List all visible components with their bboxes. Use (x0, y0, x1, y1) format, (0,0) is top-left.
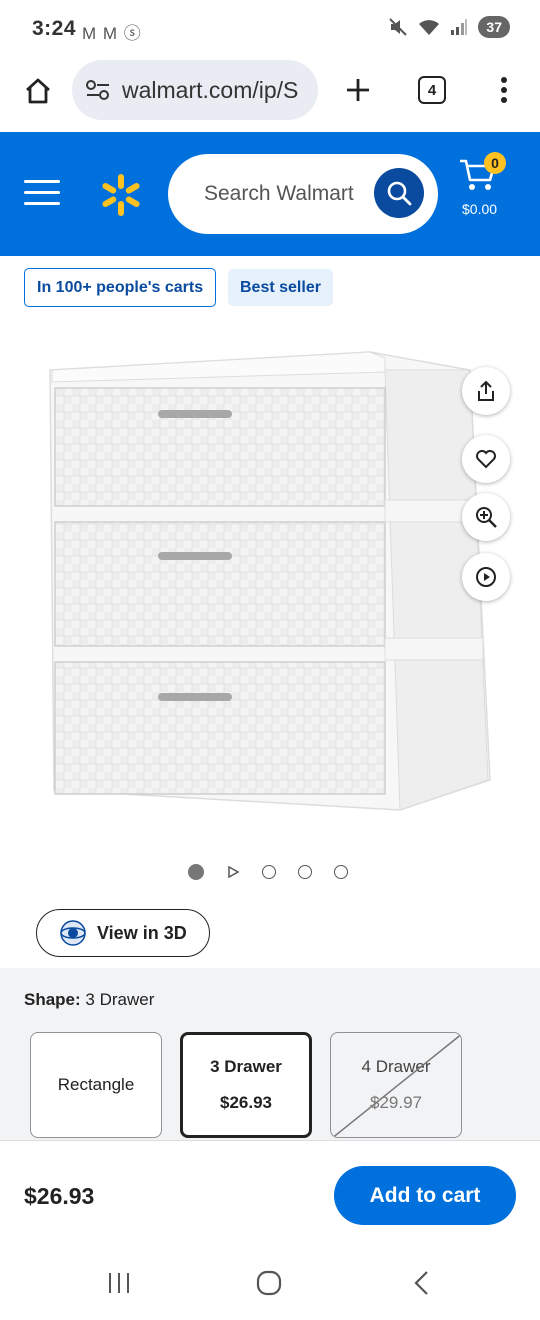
option-price: $26.93 (220, 1093, 272, 1112)
view-in-3d-button[interactable]: View in 3D (36, 909, 210, 957)
heart-icon (476, 450, 496, 469)
search-icon (387, 181, 412, 206)
menu-button[interactable] (24, 180, 60, 208)
site-settings-icon[interactable] (84, 76, 112, 104)
tab-switcher-button[interactable]: 4 (418, 76, 446, 104)
status-indicators: 37 (388, 16, 510, 38)
home-nav-button[interactable] (254, 1268, 284, 1298)
address-bar[interactable]: walmart.com/ip/S (72, 60, 318, 120)
add-to-cart-button[interactable]: Add to cart (334, 1166, 516, 1225)
shape-title: Shape: 3 Drawer (24, 990, 154, 1010)
browser-menu-button[interactable] (490, 70, 518, 110)
status-bar: 3:24 M M ⓢ 37 (0, 0, 540, 58)
new-tab-button[interactable] (338, 70, 378, 110)
status-time: 3:24 (32, 17, 77, 40)
product-image[interactable] (40, 340, 500, 820)
search-input[interactable]: Search Walmart (168, 154, 438, 234)
carousel-video-icon[interactable] (226, 865, 240, 879)
share-button[interactable] (462, 367, 510, 415)
walmart-spark-logo[interactable] (98, 172, 144, 218)
browser-toolbar: walmart.com/ip/S 4 (0, 58, 540, 132)
recents-button[interactable] (104, 1268, 134, 1298)
site-header: Search Walmart 0 $0.00 (0, 132, 540, 256)
carousel-dot[interactable] (334, 865, 348, 879)
best-seller-badge: Best seller (228, 269, 333, 306)
search-button[interactable] (374, 168, 424, 218)
cart-total: $0.00 (462, 201, 498, 217)
notification-icons: M M ⓢ (82, 24, 142, 43)
cart-count-badge: 0 (484, 152, 506, 174)
carousel-pagination (188, 864, 348, 880)
carousel-dot[interactable] (188, 864, 204, 880)
mute-icon (389, 18, 408, 36)
home-button[interactable] (18, 71, 58, 111)
signal-icon (451, 19, 468, 35)
unavailable-strike (332, 1033, 461, 1137)
3d-icon (60, 920, 86, 946)
home-circle-icon (256, 1270, 282, 1296)
shape-option-rectangle[interactable]: Rectangle (30, 1032, 162, 1138)
recents-icon (109, 1273, 129, 1293)
zoom-button[interactable] (462, 493, 510, 541)
zoom-in-icon (476, 507, 497, 528)
back-icon (414, 1271, 428, 1295)
play-video-button[interactable] (462, 553, 510, 601)
system-nav-bar (0, 1240, 540, 1320)
play-circle-icon (476, 567, 496, 587)
option-name: 3 Drawer (210, 1057, 282, 1076)
cart-button[interactable]: 0 $0.00 (458, 152, 518, 226)
home-icon (26, 78, 50, 104)
battery-indicator: 37 (478, 16, 510, 38)
carousel-dot[interactable] (298, 865, 312, 879)
favorite-button[interactable] (462, 435, 510, 483)
shape-option-4-drawer[interactable]: 4 Drawer $29.97 (330, 1032, 462, 1138)
shape-label: Shape: (24, 990, 81, 1009)
more-vert-icon (501, 77, 507, 103)
plus-icon (347, 79, 369, 101)
search-placeholder: Search Walmart (204, 182, 354, 205)
back-button[interactable] (406, 1268, 436, 1298)
share-icon (478, 380, 494, 401)
shape-selector: Shape: 3 Drawer Rectangle 3 Drawer $26.9… (0, 968, 540, 1140)
popularity-badge: In 100+ people's carts (24, 268, 217, 307)
cutoff-indicator (24, 234, 44, 256)
product-price: $26.93 (24, 1183, 95, 1209)
shape-value: 3 Drawer (85, 990, 155, 1009)
url-text: walmart.com/ip/S (122, 76, 299, 103)
view-in-3d-label: View in 3D (97, 922, 187, 943)
shape-option-3-drawer[interactable]: 3 Drawer $26.93 (180, 1032, 312, 1138)
option-name: Rectangle (57, 1075, 135, 1094)
carousel-dot[interactable] (262, 865, 276, 879)
purchase-bar: $26.93 Add to cart (0, 1140, 540, 1240)
wifi-icon (419, 20, 440, 35)
